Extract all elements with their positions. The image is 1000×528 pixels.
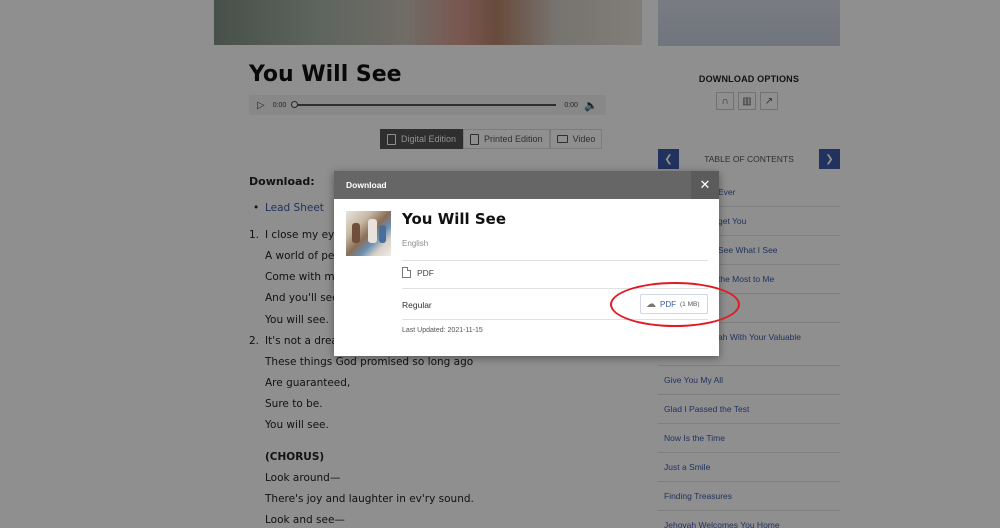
dialog-title: Download: [346, 180, 387, 190]
divider: [402, 260, 708, 261]
dialog-header: Download ✕: [334, 171, 719, 199]
last-updated: Last Updated: 2021-11-15: [402, 327, 483, 334]
format-row: PDF: [402, 267, 434, 278]
close-icon: ✕: [699, 177, 711, 192]
format-label: PDF: [417, 267, 434, 278]
highlight-annotation: [610, 282, 740, 327]
document-icon: [402, 267, 411, 278]
publication-title: You Will See: [402, 210, 507, 228]
publication-thumbnail: [346, 211, 391, 256]
thumbnail-figure: [352, 223, 360, 243]
thumbnail-figure: [368, 219, 377, 243]
publication-language: English: [402, 239, 429, 248]
download-dialog: Download ✕ You Will See English PDF Regu…: [334, 171, 719, 356]
close-button[interactable]: ✕: [691, 171, 719, 199]
variant-label: Regular: [402, 300, 432, 310]
thumbnail-figure: [379, 225, 386, 243]
